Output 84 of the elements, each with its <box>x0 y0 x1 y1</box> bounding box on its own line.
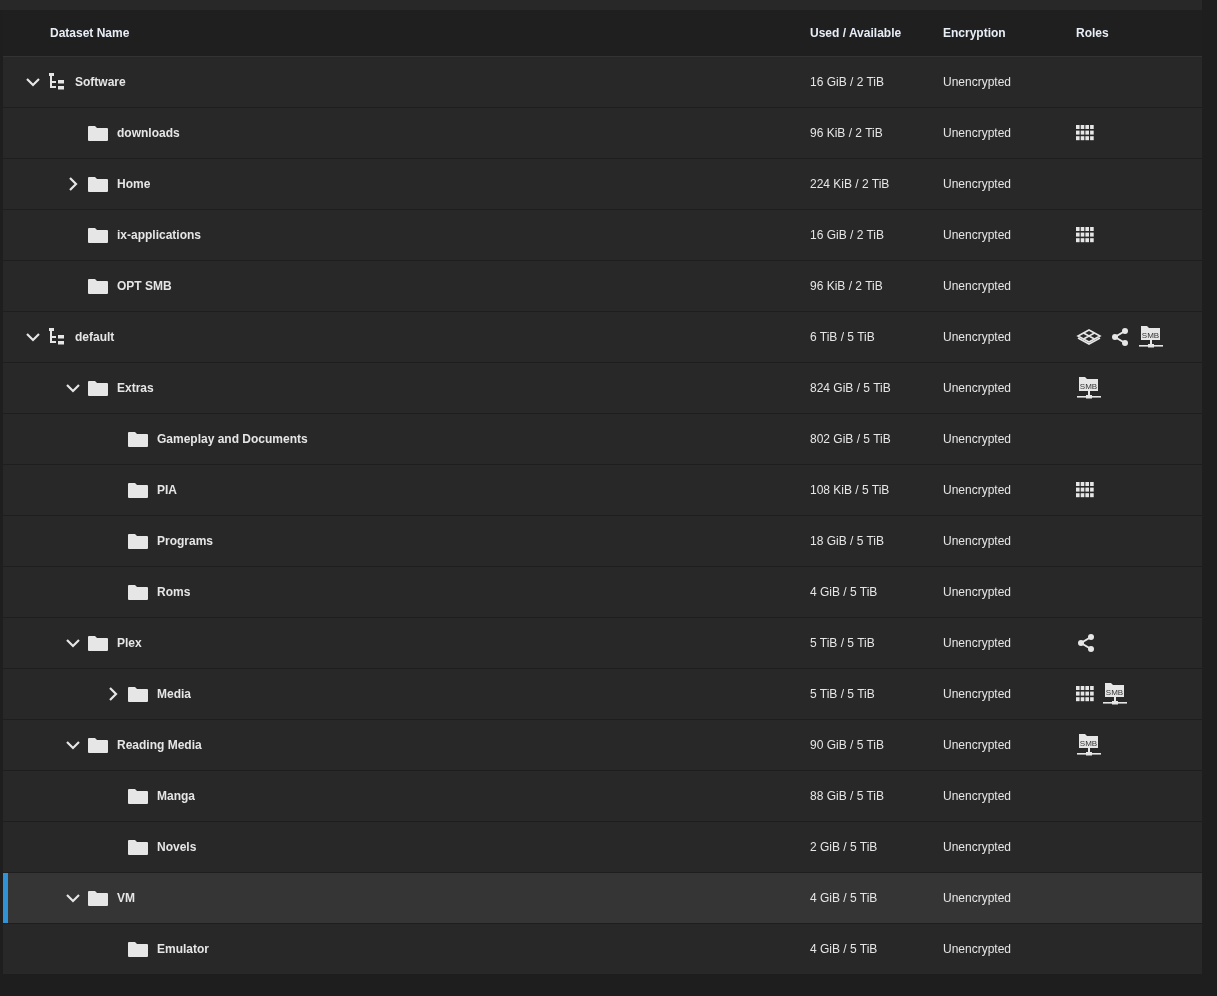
folder-icon <box>127 430 149 448</box>
share-icon <box>1076 633 1096 653</box>
usage-cell-text: 5 TiB / 5 TiB <box>810 636 876 650</box>
folder-icon <box>87 124 109 142</box>
usage-cell-text: 802 GiB / 5 TiB <box>810 432 892 446</box>
dataset-name: Emulator <box>157 942 209 956</box>
tree-structure-icon <box>47 73 67 91</box>
dataset-name: Software <box>75 75 126 89</box>
usage-cell-text: 16 GiB / 2 TiB <box>810 228 886 242</box>
encryption-cell-text: Unencrypted <box>943 126 1013 140</box>
folder-icon <box>127 787 149 805</box>
grid-icon <box>1076 686 1094 702</box>
column-header[interactable]: Used / Available <box>810 26 943 40</box>
usage-cell-text: 88 GiB / 5 TiB <box>810 789 886 803</box>
folder-icon <box>127 940 149 958</box>
encryption-cell-text: Unencrypted <box>943 687 1013 701</box>
selection-indicator <box>3 873 8 923</box>
usage-cell-text: 2 GiB / 5 TiB <box>810 840 879 854</box>
usage-cell-text: 824 GiB / 5 TiB <box>810 381 892 395</box>
folder-icon <box>87 277 109 295</box>
dataset-name: OPT SMB <box>117 279 172 293</box>
dataset-name: VM <box>117 891 135 905</box>
encryption-cell-text: Unencrypted <box>943 585 1013 599</box>
usage-cell-text: 5 TiB / 5 TiB <box>810 687 876 701</box>
folder-icon <box>87 889 109 907</box>
dataset-name: Programs <box>157 534 214 548</box>
usage-cell-text: 96 KiB / 2 TiB <box>810 279 884 293</box>
dataset-name: Gameplay and Documents <box>157 432 308 446</box>
usage-cell-text: 6 TiB / 5 TiB <box>810 330 876 344</box>
dataset-name: Novels <box>157 840 197 854</box>
folder-icon <box>87 175 109 193</box>
encryption-cell-text: Unencrypted <box>943 432 1013 446</box>
dataset-name: downloads <box>117 126 180 140</box>
encryption-cell-text: Unencrypted <box>943 738 1013 752</box>
usage-cell-text: 4 GiB / 5 TiB <box>810 585 879 599</box>
column-header[interactable]: Dataset Name <box>3 26 810 40</box>
folder-icon <box>127 583 149 601</box>
folder-icon <box>127 532 149 550</box>
column-header[interactable]: Encryption <box>943 26 1076 40</box>
dataset-name: Extras <box>117 381 154 395</box>
dataset-name: Home <box>117 177 151 191</box>
usage-cell-text: 90 GiB / 5 TiB <box>810 738 886 752</box>
encryption-cell-text: Unencrypted <box>943 228 1013 242</box>
encryption-cell-text: Unencrypted <box>943 891 1013 905</box>
encryption-cell-text: Unencrypted <box>943 483 1013 497</box>
folder-icon <box>127 481 149 499</box>
folder-icon <box>87 634 109 652</box>
folder-icon <box>87 736 109 754</box>
folder-icon <box>87 379 109 397</box>
encryption-cell-text: Unencrypted <box>943 279 1013 293</box>
usage-cell-text: 224 KiB / 2 TiB <box>810 177 891 191</box>
usage-cell-text: 16 GiB / 2 TiB <box>810 75 886 89</box>
folder-icon <box>127 838 149 856</box>
encryption-cell-text: Unencrypted <box>943 75 1013 89</box>
encryption-cell-text: Unencrypted <box>943 840 1013 854</box>
column-header[interactable]: Roles <box>1076 26 1202 40</box>
dataset-name: Plex <box>117 636 142 650</box>
encryption-cell-text: Unencrypted <box>943 534 1013 548</box>
usage-cell-text: 4 GiB / 5 TiB <box>810 942 879 956</box>
usage-cell-text: 18 GiB / 5 TiB <box>810 534 886 548</box>
dataset-name: Manga <box>157 789 195 803</box>
tree-structure-icon <box>47 328 67 346</box>
usage-cell-text: 108 KiB / 5 TiB <box>810 483 891 497</box>
encryption-cell-text: Unencrypted <box>943 942 1013 956</box>
encryption-cell-text: Unencrypted <box>943 789 1013 803</box>
layers-icon <box>1076 329 1102 345</box>
folder-icon <box>127 685 149 703</box>
encryption-cell-text: Unencrypted <box>943 381 1013 395</box>
grid-icon <box>1076 482 1094 498</box>
dataset-name: default <box>75 330 115 344</box>
encryption-cell-text: Unencrypted <box>943 177 1013 191</box>
share-icon <box>1110 327 1130 347</box>
usage-cell-text: 4 GiB / 5 TiB <box>810 891 879 905</box>
encryption-cell-text: Unencrypted <box>943 330 1013 344</box>
dataset-name: ix-applications <box>117 228 202 242</box>
encryption-cell-text: Unencrypted <box>943 636 1013 650</box>
grid-icon <box>1076 227 1094 243</box>
usage-cell-text: 96 KiB / 2 TiB <box>810 126 884 140</box>
dataset-name: Media <box>157 687 191 701</box>
dataset-name: Reading Media <box>117 738 202 752</box>
dataset-name: PIA <box>157 483 177 497</box>
grid-icon <box>1076 125 1094 141</box>
dataset-name: Roms <box>157 585 191 599</box>
folder-icon <box>87 226 109 244</box>
